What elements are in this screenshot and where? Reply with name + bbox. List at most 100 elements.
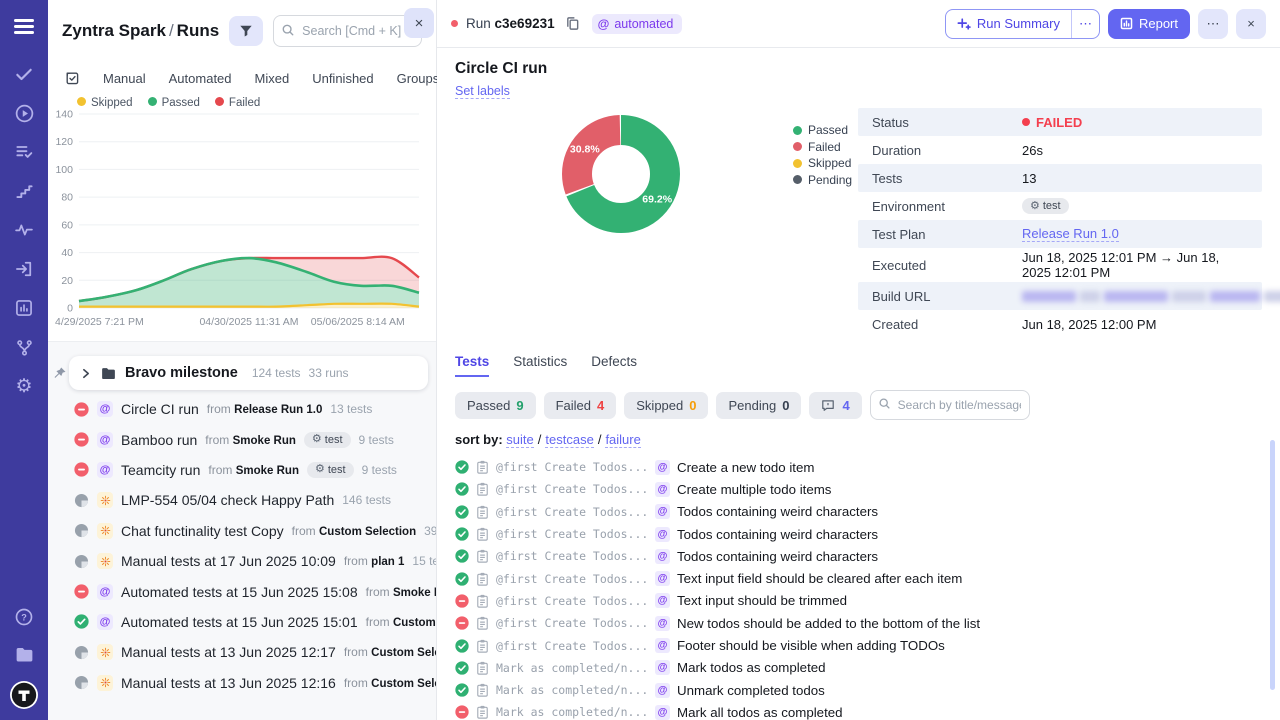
panel-close-button[interactable]: ×: [404, 8, 434, 38]
close-detail-button[interactable]: ×: [1236, 9, 1266, 39]
sort-by-suite[interactable]: suite: [506, 432, 533, 448]
test-row[interactable]: Mark as completed/n... @ Unmark complete…: [455, 679, 1262, 701]
menu-icon[interactable]: [14, 16, 34, 37]
run-list-item[interactable]: Manual tests at 13 Jun 2025 12:16 from C…: [48, 668, 436, 698]
checkmark-nav-icon[interactable]: [13, 63, 35, 85]
analytics-icon[interactable]: [13, 297, 35, 319]
milestone-folder-card[interactable]: Bravo milestone 124 tests 33 runs: [69, 356, 428, 390]
run-list-item[interactable]: Manual tests at 17 Jun 2025 10:09 from p…: [48, 546, 436, 576]
project-name[interactable]: Zyntra Spark: [62, 21, 166, 40]
tests-search-input[interactable]: [870, 390, 1030, 420]
donut-legend-item[interactable]: Skipped: [793, 155, 852, 172]
automated-test-icon: @: [655, 660, 670, 675]
set-labels-link[interactable]: Set labels: [455, 84, 510, 99]
test-row[interactable]: @first Create Todos... @ Todos containin…: [455, 545, 1262, 567]
runs-panel: Zyntra Spark/Runs × ManualAutomatedMixed…: [48, 0, 437, 720]
run-source: from Smoke Run: [208, 463, 299, 477]
donut-legend-item[interactable]: Pending: [793, 172, 852, 189]
run-list-item[interactable]: @ Teamcity run from Smoke Run ⚙test 9 te…: [48, 455, 436, 485]
settings-gear-icon[interactable]: ⚙: [13, 375, 35, 397]
test-row[interactable]: Mark as completed/n... @ Mark todos as c…: [455, 657, 1262, 679]
run-list-item[interactable]: @ Automated tests at 15 Jun 2025 15:01 f…: [48, 607, 436, 637]
donut-legend-item[interactable]: Passed: [793, 122, 852, 139]
filter-chip-passed[interactable]: Passed 9: [455, 392, 536, 419]
filter-chip-failed[interactable]: Failed 4: [544, 392, 617, 419]
environment-value: ⚙test: [1022, 198, 1069, 214]
tab-statistics[interactable]: Statistics: [513, 354, 567, 377]
passed-status-icon: [455, 661, 469, 675]
run-name: Manual tests at 13 Jun 2025 12:16: [121, 675, 336, 691]
test-row[interactable]: @first Create Todos... @ Todos containin…: [455, 501, 1262, 523]
runs-search-input[interactable]: [273, 15, 422, 47]
test-suite: @first Create Todos...: [496, 482, 648, 496]
select-all-icon[interactable]: [64, 70, 80, 87]
run-play-icon[interactable]: [13, 102, 35, 124]
test-suite: @first Create Todos...: [496, 639, 648, 653]
test-suite: Mark as completed/n...: [496, 705, 648, 719]
clipboard-icon: [476, 505, 489, 519]
passed-status-icon: [455, 505, 469, 519]
copy-run-id-button[interactable]: [563, 14, 582, 33]
runs-tab-unfinished[interactable]: Unfinished: [312, 71, 373, 86]
run-title: Circle CI run: [455, 60, 1262, 78]
filter-chip-pending[interactable]: Pending 0: [716, 392, 801, 419]
run-list-item[interactable]: @ Circle CI run from Release Run 1.0 13 …: [48, 394, 436, 424]
run-name: Chat functinality test Copy: [121, 523, 284, 539]
automated-test-icon: @: [655, 683, 670, 698]
run-list-item[interactable]: Manual tests at 13 Jun 2025 12:17 from C…: [48, 637, 436, 667]
import-signin-icon[interactable]: [13, 258, 35, 280]
filter-chip-skipped[interactable]: Skipped 0: [624, 392, 708, 419]
runs-tab-mixed[interactable]: Mixed: [255, 71, 290, 86]
manual-run-icon: [97, 644, 113, 660]
clipboard-icon: [476, 683, 489, 697]
run-summary-more-button[interactable]: ⋯: [1071, 10, 1099, 38]
run-list-item[interactable]: @ Bamboo run from Smoke Run ⚙test 9 test…: [48, 424, 436, 454]
test-row[interactable]: Mark as completed/n... @ Mark all todos …: [455, 701, 1262, 720]
runs-tab-groups[interactable]: Groups: [397, 71, 440, 86]
app-logo[interactable]: [9, 680, 39, 710]
run-list-item[interactable]: LMP-554 05/04 check Happy Path 146 tests: [48, 485, 436, 515]
info-label: Executed: [872, 258, 1022, 273]
info-label: Created: [872, 317, 1022, 332]
folder-icon: [100, 365, 117, 382]
report-button[interactable]: Report: [1108, 9, 1190, 39]
clipboard-icon: [476, 594, 489, 608]
legend-item[interactable]: Passed: [148, 97, 200, 109]
donut-legend-item[interactable]: Failed: [793, 139, 852, 156]
filter-button[interactable]: [229, 16, 263, 46]
test-plan-link[interactable]: Release Run 1.0: [1022, 226, 1119, 242]
test-list-icon[interactable]: [13, 141, 35, 163]
test-row[interactable]: @first Create Todos... @ Footer should b…: [455, 634, 1262, 656]
test-row[interactable]: @first Create Todos... @ Create multiple…: [455, 478, 1262, 500]
more-actions-button[interactable]: ⋯: [1198, 9, 1228, 39]
milestone-folder-row: Bravo milestone 124 tests 33 runs: [52, 356, 428, 390]
activity-pulse-icon[interactable]: [13, 219, 35, 241]
pin-icon[interactable]: [52, 366, 67, 381]
runs-tab-manual[interactable]: Manual: [103, 71, 146, 86]
test-row[interactable]: @first Create Todos... @ New todos shoul…: [455, 612, 1262, 634]
legend-item[interactable]: Failed: [215, 97, 260, 109]
build-url-redacted: [1022, 291, 1280, 302]
test-row[interactable]: @first Create Todos... @ Create a new to…: [455, 456, 1262, 478]
sort-by-failure[interactable]: failure: [605, 432, 640, 448]
test-row[interactable]: @first Create Todos... @ Text input fiel…: [455, 567, 1262, 589]
projects-folder-icon[interactable]: [13, 643, 35, 665]
steps-icon[interactable]: [13, 180, 35, 202]
git-branch-icon[interactable]: [13, 336, 35, 358]
help-icon[interactable]: ?: [13, 606, 35, 628]
sparkles-icon: [957, 17, 971, 31]
run-summary-button[interactable]: Run Summary: [946, 10, 1071, 38]
run-list-item[interactable]: @ Automated tests at 15 Jun 2025 15:08 f…: [48, 576, 436, 606]
tab-defects[interactable]: Defects: [591, 354, 637, 377]
run-list-item[interactable]: Chat functinality test Copy from Custom …: [48, 516, 436, 546]
svg-text:05/06/2025 8:14 AM: 05/06/2025 8:14 AM: [311, 316, 405, 328]
test-row[interactable]: @first Create Todos... @ Text input shou…: [455, 590, 1262, 612]
chevron-right-icon[interactable]: [79, 367, 92, 380]
tab-tests[interactable]: Tests: [455, 354, 489, 377]
legend-item[interactable]: Skipped: [77, 97, 133, 109]
test-row[interactable]: @first Create Todos... @ Todos containin…: [455, 523, 1262, 545]
sort-by-testcase[interactable]: testcase: [545, 432, 593, 448]
runs-tab-automated[interactable]: Automated: [169, 71, 232, 86]
tests-scrollbar[interactable]: [1270, 440, 1275, 690]
comments-filter-chip[interactable]: 4: [809, 392, 861, 419]
